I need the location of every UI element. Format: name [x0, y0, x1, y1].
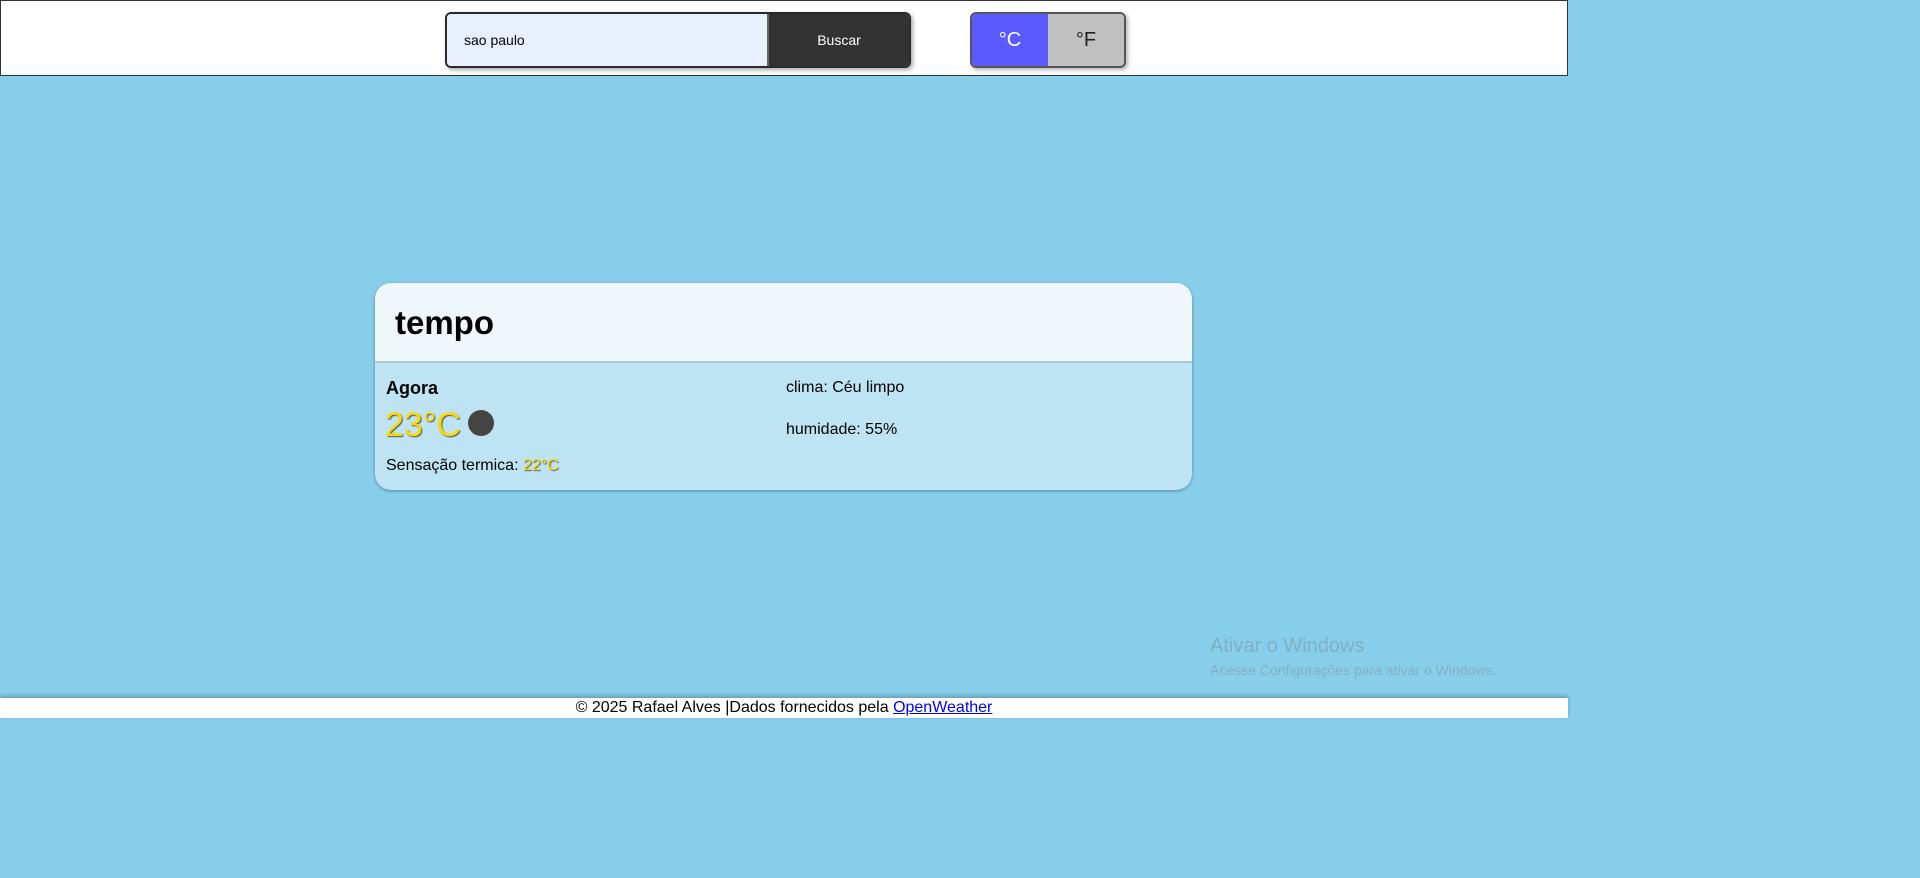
watermark-subtitle: Acesse Configurações para ativar o Windo… [1210, 662, 1497, 678]
search-group: Buscar [445, 12, 911, 68]
now-label: Agora [386, 378, 439, 398]
feels-like-label: Sensação termica: [386, 457, 523, 474]
card-title: tempo [395, 304, 494, 341]
top-bar: Buscar °C °F [0, 0, 1568, 76]
feels-like: Sensação termica: 22°C [386, 457, 559, 475]
weather-condition: clima: Céu limpo [786, 379, 905, 396]
footer: © 2025 Rafael Alves |Dados fornecidos pe… [0, 698, 1568, 718]
footer-text: © 2025 Rafael Alves |Dados fornecidos pe… [575, 699, 894, 716]
watermark-title: Ativar o Windows [1210, 635, 1365, 657]
celsius-button[interactable]: °C [972, 14, 1048, 66]
feels-like-value: 22°C [522, 457, 559, 474]
current-temperature: 23°C [385, 406, 461, 444]
search-button[interactable]: Buscar [769, 14, 909, 66]
humidity: humidade: 55% [786, 421, 898, 438]
weather-condition-icon [468, 410, 494, 436]
openweather-link[interactable]: OpenWeather [893, 699, 992, 716]
fahrenheit-button[interactable]: °F [1048, 14, 1124, 66]
card-header: tempo [375, 283, 1192, 363]
windows-activation-watermark: Ativar o Windows Acesse Configurações pa… [1210, 634, 1496, 680]
weather-card: tempo Agora 23°C Sensação termica: 22°C … [375, 283, 1192, 490]
card-body: Agora 23°C Sensação termica: 22°C clima:… [375, 363, 1192, 490]
city-search-input[interactable] [447, 14, 769, 66]
unit-toggle: °C °F [970, 12, 1126, 68]
